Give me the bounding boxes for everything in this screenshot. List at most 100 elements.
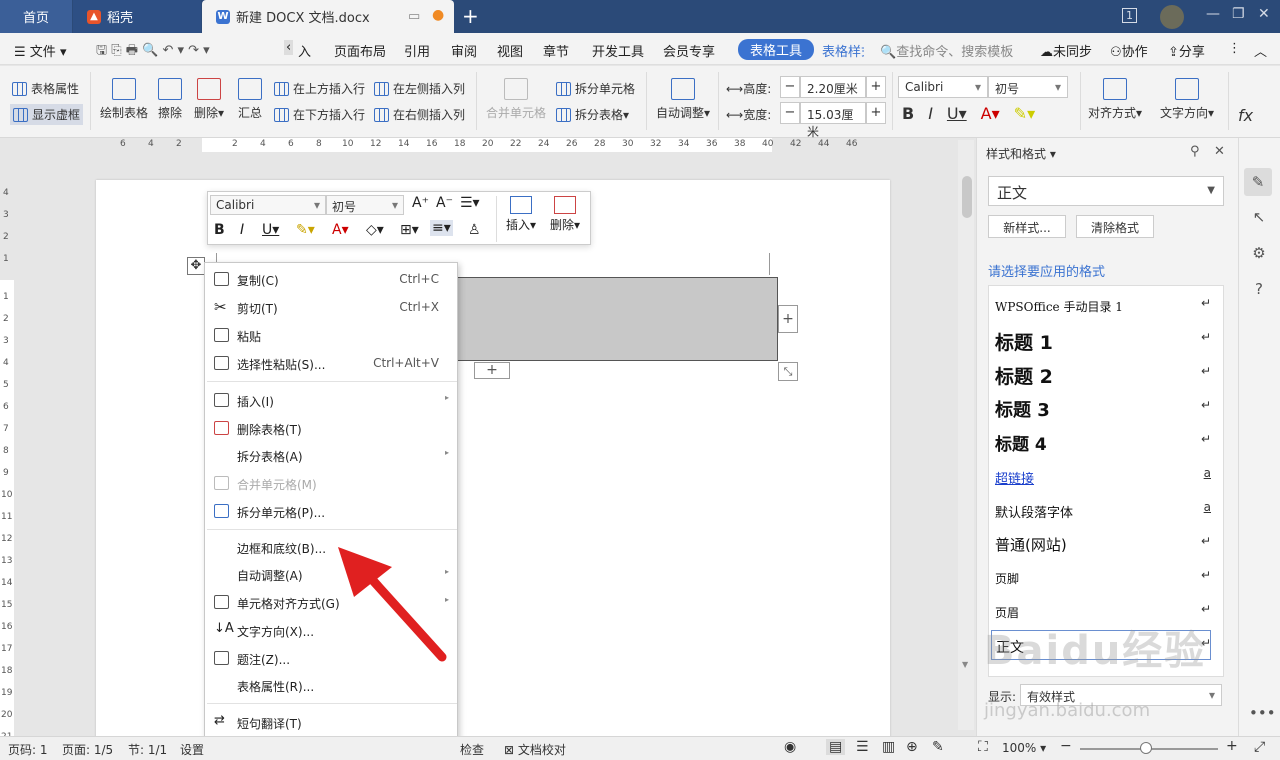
collab-button[interactable]: ⚇协作 [1110,41,1148,60]
style-item-toc[interactable]: WPSOffice 手动目录 1 [995,298,1123,315]
menu-item-split-table[interactable]: 拆分表格(A) ▸ [205,443,457,467]
panel-title[interactable]: 样式和格式 ▾ [986,145,1056,162]
style-item-hyperlink[interactable]: 超链接 [995,468,1034,487]
font-family-select[interactable]: Calibri ▾ [898,76,988,98]
merge-cells-button[interactable]: 合并单元格 [486,78,546,121]
style-item-footer[interactable]: 页脚 [995,570,1019,587]
mini-size-select[interactable]: 初号 ▾ [326,195,404,215]
add-column-button[interactable]: + [778,305,798,333]
align-button[interactable]: 对齐方式▾ [1088,78,1142,121]
command-search[interactable]: 🔍查找命令、搜索模板 [880,41,1013,60]
scrollbar-thumb[interactable] [962,176,972,218]
menu-item-copy[interactable]: 复制(C) Ctrl+C [205,267,457,291]
height-increase-button[interactable]: + [866,76,886,98]
delete-button[interactable]: 删除▾ [194,78,224,121]
quick-access-icons[interactable]: 🖫 ⎘ 🖶 🔍 ↶ ▾ ↷ ▾ [96,41,210,63]
collapse-ribbon-icon[interactable]: ︿ [1254,41,1267,60]
underline-button[interactable]: U▾ [947,104,967,123]
settings-sliders-icon[interactable]: ⚙ [1249,244,1269,264]
select-cursor-icon[interactable]: ↖ [1249,208,1269,228]
menu-table-style[interactable]: 表格样式 [822,41,864,60]
table-move-handle[interactable]: ✥ [187,257,205,275]
proof-button[interactable]: ⊠ 文档校对 [504,741,566,758]
insert-row-below-button[interactable]: 在下方插入行 [274,106,365,123]
restore-icon[interactable]: ❐ [1232,6,1245,22]
grow-font-icon[interactable]: A⁺ [412,195,429,211]
width-input[interactable]: 15.03厘米 [800,102,866,139]
zoom-out-button[interactable]: − [1060,738,1072,754]
edit-style-icon[interactable]: ✎ [1244,168,1272,196]
highlight-button[interactable]: ✎▾ [1014,104,1035,123]
selected-table[interactable] [457,277,778,361]
mini-format-painter-icon[interactable]: ♙ [468,222,481,238]
status-pages[interactable]: 页面: 1/5 [62,741,113,758]
table-properties-button[interactable]: 表格属性 [12,80,79,97]
minimize-icon[interactable]: — [1206,6,1220,22]
pin-icon[interactable]: ⚲ [1190,144,1200,159]
sync-button[interactable]: ☁未同步 [1040,41,1092,60]
bold-button[interactable]: B [902,104,914,123]
fullscreen-icon[interactable]: ⤢ [1254,739,1265,755]
clear-format-button[interactable]: 清除格式 [1076,215,1154,238]
auto-fit-button[interactable]: 自动调整▾ [656,78,710,121]
resize-table-handle[interactable]: ⤡ [778,362,798,381]
font-size-select[interactable]: 初号 ▾ [988,76,1068,98]
menu-chapter[interactable]: 章节 [543,41,569,60]
outline-view-icon[interactable]: ☰ [856,739,869,755]
fit-page-icon[interactable]: ⛶ [978,739,988,755]
mini-highlight-button[interactable]: ✎▾ [296,222,315,238]
erase-button[interactable]: 擦除 [158,78,182,121]
width-increase-button[interactable]: + [866,102,886,124]
insert-col-left-button[interactable]: 在左侧插入列 [374,80,465,97]
add-row-button[interactable]: + [474,362,510,379]
menu-item-delete-table[interactable]: 删除表格(T) [205,416,457,440]
show-virtual-border-button[interactable]: 显示虚框 [10,104,84,125]
menu-reference[interactable]: 引用 [404,41,430,60]
menu-item-translate[interactable]: ⇄ 短句翻译(T) [205,710,457,734]
menu-view[interactable]: 视图 [497,41,523,60]
status-spell-check[interactable]: 检查 [460,741,484,758]
split-table-button[interactable]: 拆分表格 ▾ [556,106,629,123]
share-button[interactable]: ⇪分享 [1168,41,1205,60]
draw-table-button[interactable]: 绘制表格 [100,78,148,121]
menu-scroll-left[interactable]: ‹ [284,40,294,55]
close-window-icon[interactable]: ✕ [1258,6,1270,22]
mini-font-select[interactable]: Calibri ▾ [210,195,326,215]
pen-icon[interactable]: ✎ [932,739,944,755]
mini-insert-button[interactable]: 插入▾ [506,196,536,233]
mini-bold-button[interactable]: B [214,222,225,238]
zoom-slider-thumb[interactable] [1140,742,1152,754]
new-style-button[interactable]: 新样式... [988,215,1066,238]
style-item-normal-web[interactable]: 普通(网站) [995,534,1067,555]
line-spacing-icon[interactable]: ☰▾ [460,195,480,211]
menu-item-paste-special[interactable]: 选择性粘贴(S)... Ctrl+Alt+V [205,351,457,375]
shrink-font-icon[interactable]: A⁻ [436,195,453,211]
insert-row-above-button[interactable]: 在上方插入行 [274,80,365,97]
menu-insert[interactable]: 入 [298,41,311,60]
tab-document[interactable]: W 新建 DOCX 文档.docx ▭ ● [202,0,454,33]
menu-dev-tools[interactable]: 开发工具 [592,41,644,60]
mini-underline-button[interactable]: U▾ [262,222,279,238]
reading-view-icon[interactable]: ▥ [882,739,895,755]
mini-delete-button[interactable]: 删除▾ [550,196,580,233]
zoom-in-button[interactable]: + [1226,738,1238,754]
help-icon[interactable]: ? [1249,280,1269,300]
height-input[interactable]: 2.20厘米 [800,76,866,98]
height-decrease-button[interactable]: − [780,76,800,98]
style-item-heading-2[interactable]: 标题 2 [995,362,1053,389]
status-settings[interactable]: 设置 [180,741,204,758]
web-view-icon[interactable]: ⊕ [906,739,918,755]
current-style-select[interactable]: 正文 ▼ [988,176,1224,206]
text-direction-button[interactable]: 文字方向▾ [1160,78,1214,121]
more-icon[interactable]: ⋮ [1228,41,1241,56]
menu-item-table-properties[interactable]: 表格属性(R)... [205,673,457,697]
mini-font-color-button[interactable]: A▾ [332,222,349,238]
menu-member[interactable]: 会员专享 [663,41,715,60]
italic-button[interactable]: I [928,104,933,123]
file-menu[interactable]: ☰ 文件 ▾ [14,41,66,60]
new-tab-button[interactable]: + [462,4,479,28]
font-color-button[interactable]: A▾ [981,104,1000,123]
menu-item-split-cells[interactable]: 拆分单元格(P)... [205,499,457,523]
mini-shading-icon[interactable]: ◇▾ [366,222,384,238]
menu-item-insert[interactable]: 插入(I) ▸ [205,388,457,412]
